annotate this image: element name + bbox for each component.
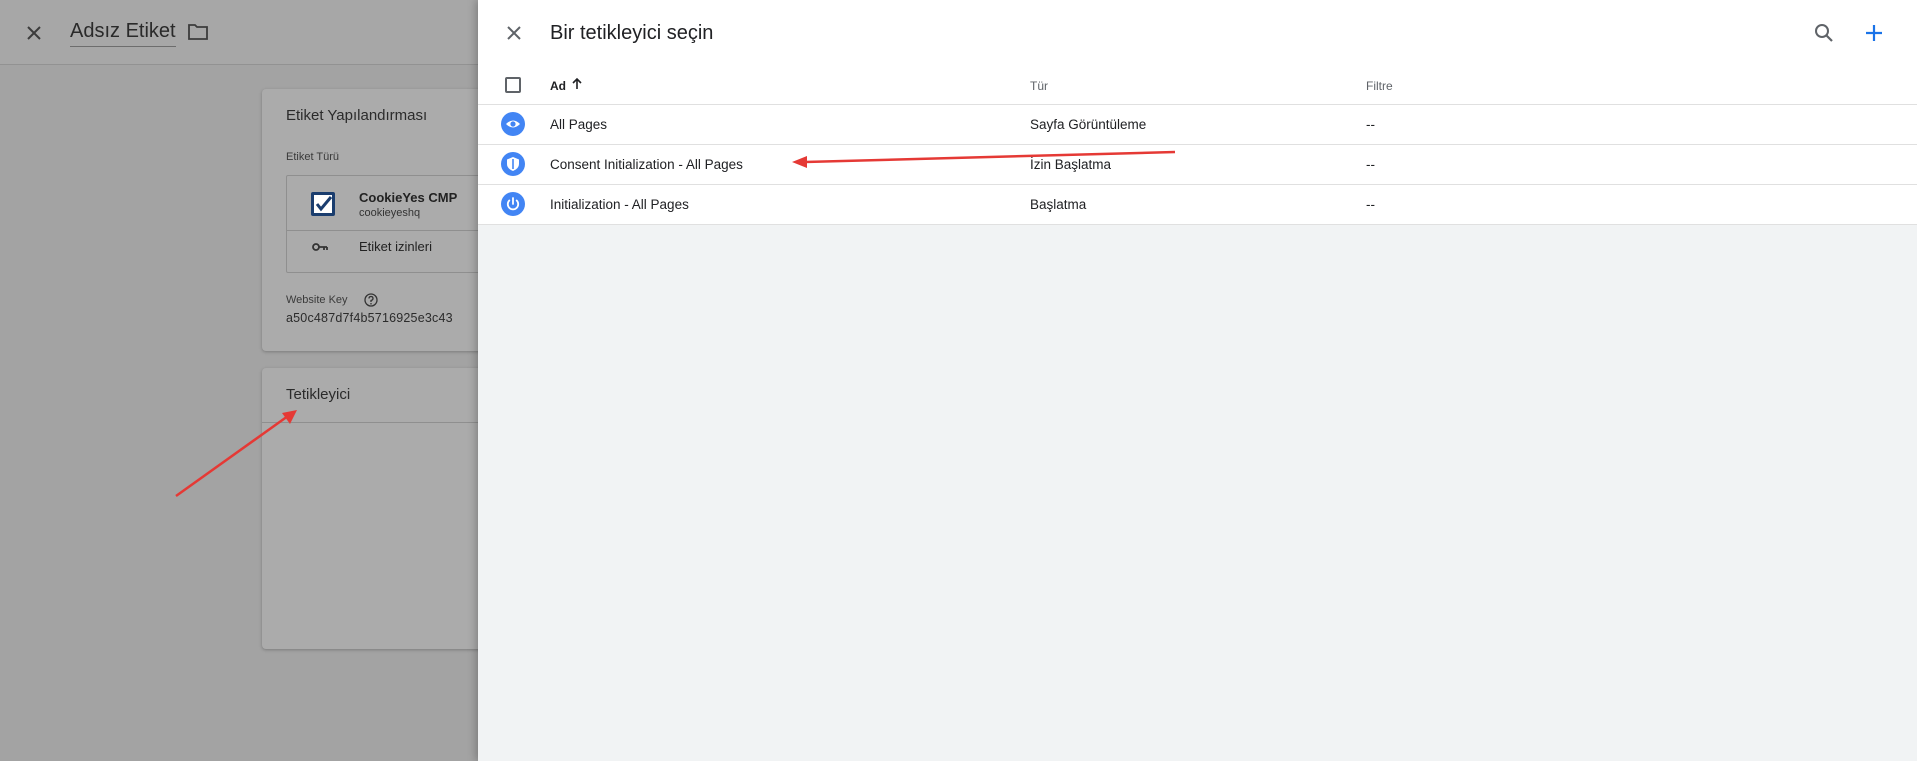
tag-type-vendor: cookieyeshq bbox=[359, 207, 421, 219]
tag-type-row[interactable]: CookieYes CMP cookieyeshq bbox=[287, 176, 507, 231]
eye-icon bbox=[501, 112, 525, 136]
divider bbox=[262, 422, 492, 423]
tag-configuration-card: Etiket Yapılandırması Etiket Türü Cookie… bbox=[262, 89, 508, 351]
shield-icon bbox=[501, 152, 525, 176]
trigger-type: Başlatma bbox=[1030, 197, 1087, 212]
tag-type-label: Etiket Türü bbox=[286, 151, 339, 163]
sort-ascending-icon[interactable] bbox=[570, 77, 584, 91]
trigger-type: Sayfa Görüntüleme bbox=[1030, 117, 1147, 132]
column-header-name[interactable]: Ad bbox=[550, 79, 566, 93]
trigger-name: All Pages bbox=[550, 117, 608, 132]
card-title: Tetikleyici bbox=[286, 386, 351, 403]
column-header-type[interactable]: Tür bbox=[1030, 79, 1048, 93]
tag-type-box[interactable]: CookieYes CMP cookieyeshq Etiket izinler… bbox=[286, 175, 508, 273]
card-title: Etiket Yapılandırması bbox=[286, 107, 428, 124]
trigger-card[interactable]: Tetikleyici bbox=[262, 368, 492, 649]
close-icon[interactable] bbox=[22, 21, 46, 45]
table-header: Ad Tür Filtre bbox=[478, 68, 1917, 105]
tag-name-title[interactable]: Adsız Etiket bbox=[70, 20, 176, 47]
tag-type-name: CookieYes CMP bbox=[359, 190, 458, 205]
cookieyes-logo-icon bbox=[311, 192, 335, 216]
trigger-name: Initialization - All Pages bbox=[550, 197, 689, 212]
panel-title: Bir tetikleyici seçin bbox=[550, 22, 714, 44]
trigger-table: Ad Tür Filtre All Pages Sayfa Görüntülem… bbox=[478, 68, 1917, 225]
column-header-filter[interactable]: Filtre bbox=[1366, 79, 1393, 93]
trigger-picker-panel: Bir tetikleyici seçin Ad Tür Filtre All … bbox=[478, 0, 1917, 761]
add-icon[interactable] bbox=[1861, 20, 1887, 46]
tag-permissions-label[interactable]: Etiket izinleri bbox=[359, 239, 432, 254]
close-icon[interactable] bbox=[502, 21, 526, 45]
key-icon bbox=[312, 243, 328, 251]
table-row[interactable]: Initialization - All Pages Başlatma -- bbox=[478, 185, 1917, 225]
trigger-type: İzin Başlatma bbox=[1030, 157, 1112, 172]
panel-header: Bir tetikleyici seçin bbox=[478, 0, 1917, 68]
search-icon[interactable] bbox=[1811, 20, 1837, 46]
select-all-checkbox[interactable] bbox=[505, 77, 521, 93]
table-row[interactable]: Consent Initialization - All Pages İzin … bbox=[478, 145, 1917, 185]
trigger-filter: -- bbox=[1366, 197, 1375, 212]
trigger-filter: -- bbox=[1366, 157, 1375, 172]
help-icon[interactable] bbox=[364, 293, 378, 307]
table-row[interactable]: All Pages Sayfa Görüntüleme -- bbox=[478, 105, 1917, 145]
trigger-filter: -- bbox=[1366, 117, 1375, 132]
website-key-label: Website Key bbox=[286, 294, 348, 306]
power-icon bbox=[501, 192, 525, 216]
trigger-name: Consent Initialization - All Pages bbox=[550, 157, 743, 172]
folder-icon[interactable] bbox=[187, 22, 209, 42]
website-key-value[interactable]: a50c487d7f4b5716925e3c43 bbox=[286, 311, 453, 325]
